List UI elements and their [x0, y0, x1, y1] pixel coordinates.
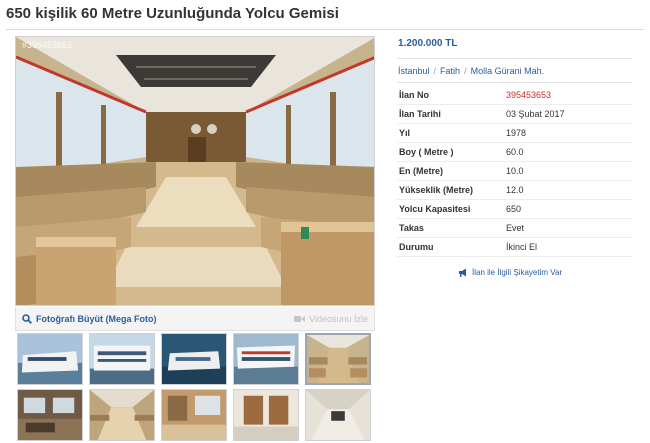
detail-value: 395453653 — [506, 90, 552, 100]
detail-value: 03 Şubat 2017 — [506, 109, 565, 119]
ferry-interior-image — [16, 37, 374, 305]
thumbnail-4[interactable] — [233, 333, 299, 385]
detail-value: İkinci El — [506, 242, 538, 252]
megaphone-icon — [459, 268, 466, 277]
location-divider — [397, 82, 632, 83]
main-photo[interactable]: #395453653 — [15, 36, 375, 306]
location-breadcrumb: İstanbul / Fatih / Molla Gürani Mah. — [398, 66, 544, 76]
detail-row-listing-date: İlan Tarihi 03 Şubat 2017 — [397, 105, 632, 124]
detail-value: 12.0 — [506, 185, 524, 195]
title-divider — [6, 29, 644, 30]
price-divider — [397, 58, 632, 59]
detail-label: İlan No — [399, 90, 430, 100]
detail-label: En (Metre) — [399, 166, 444, 176]
detail-label: Yıl — [399, 128, 411, 138]
watch-video-button[interactable]: Videosunu İzle — [294, 314, 368, 324]
detail-value: 10.0 — [506, 166, 524, 176]
thumbnail-5[interactable] — [305, 333, 371, 385]
detail-row-listing-no: İlan No 395453653 — [397, 86, 632, 105]
thumbnail-7[interactable] — [89, 389, 155, 441]
thumbnail-9[interactable] — [233, 389, 299, 441]
thumbnail-gallery — [17, 333, 375, 441]
photo-toolbar: Fotoğrafı Büyüt (Mega Foto) Videosunu İz… — [15, 307, 375, 331]
detail-label: Yükseklik (Metre) — [399, 185, 474, 195]
breadcrumb-separator: / — [464, 66, 467, 76]
detail-value: 650 — [506, 204, 522, 214]
thumbnail-2[interactable] — [89, 333, 155, 385]
listing-price: 1.200.000 TL — [398, 38, 458, 49]
detail-row-condition: Durumu İkinci El — [397, 238, 632, 257]
thumbnail-10[interactable] — [305, 389, 371, 441]
detail-label: İlan Tarihi — [399, 109, 441, 119]
magnifier-icon — [22, 313, 32, 324]
detail-row-passenger-capacity: Yolcu Kapasitesi 650 — [397, 200, 632, 219]
breadcrumb-district[interactable]: Fatih — [440, 66, 460, 76]
watch-video-label: Videosunu İzle — [309, 313, 368, 324]
detail-label: Durumu — [399, 242, 434, 252]
breadcrumb-city[interactable]: İstanbul — [398, 66, 430, 76]
enlarge-photo-button[interactable]: Fotoğrafı Büyüt (Mega Foto) — [22, 314, 156, 324]
report-listing-link[interactable]: İlan ile İlgili Şikayetim Var — [458, 268, 562, 277]
thumbnail-3[interactable] — [161, 333, 227, 385]
thumbnail-1[interactable] — [17, 333, 83, 385]
detail-row-trade: Takas Evet — [397, 219, 632, 238]
enlarge-photo-label: Fotoğrafı Büyüt (Mega Foto) — [36, 313, 157, 324]
detail-label: Takas — [399, 223, 424, 233]
report-listing-label: İlan ile İlgili Şikayetim Var — [472, 268, 563, 277]
detail-value: 60.0 — [506, 147, 524, 157]
thumbnail-6[interactable] — [17, 389, 83, 441]
detail-row-year: Yıl 1978 — [397, 124, 632, 143]
thumbnail-8[interactable] — [161, 389, 227, 441]
page-title: 650 kişilik 60 Metre Uzunluğunda Yolcu G… — [6, 5, 339, 22]
detail-row-height: Yükseklik (Metre) 12.0 — [397, 181, 632, 200]
detail-row-width: En (Metre) 10.0 — [397, 162, 632, 181]
photo-id-watermark: #395453653 — [22, 40, 73, 50]
detail-value: Evet — [506, 223, 525, 233]
listing-details-table: İlan No 395453653 İlan Tarihi 03 Şubat 2… — [397, 86, 632, 257]
breadcrumb-separator: / — [433, 66, 437, 76]
detail-row-length: Boy ( Metre ) 60.0 — [397, 143, 632, 162]
detail-value: 1978 — [506, 128, 527, 138]
breadcrumb-neighborhood[interactable]: Molla Gürani Mah. — [471, 66, 545, 76]
detail-label: Boy ( Metre ) — [399, 147, 454, 157]
detail-label: Yolcu Kapasitesi — [399, 204, 471, 214]
video-camera-icon — [294, 315, 306, 322]
